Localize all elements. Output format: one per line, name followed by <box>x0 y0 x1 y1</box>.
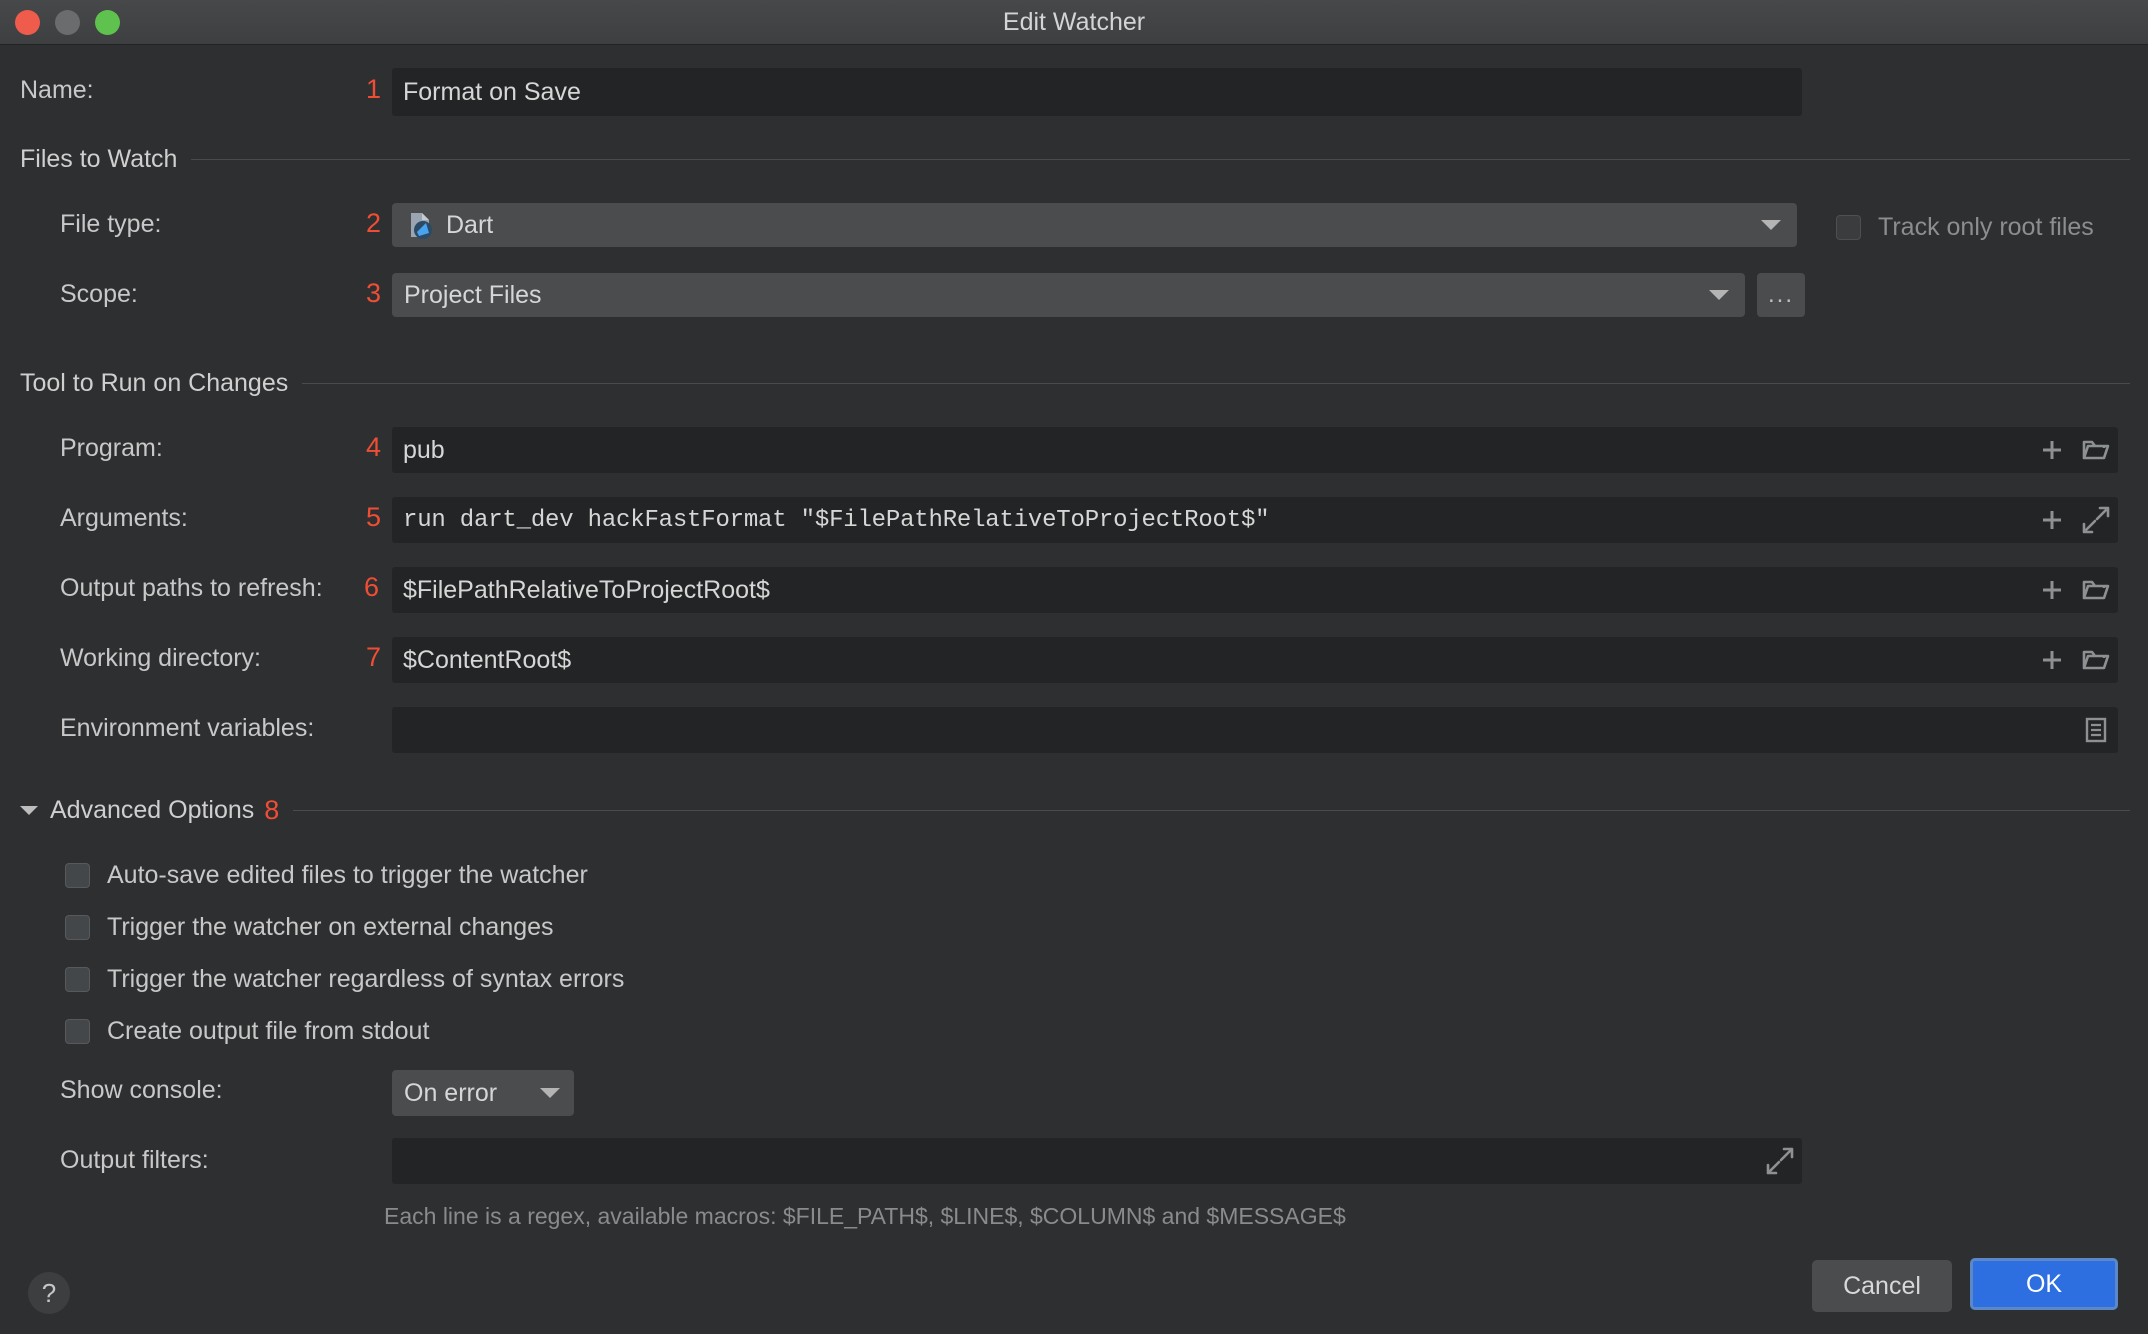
help-button[interactable]: ? <box>28 1272 70 1314</box>
ok-button[interactable]: OK <box>1970 1258 2118 1310</box>
scope-value: Project Files <box>392 281 1709 310</box>
environment-variables-label: Environment variables: <box>60 714 314 743</box>
working-directory-input[interactable]: $ContentRoot$ <box>392 637 2118 683</box>
file-type-value: Dart <box>446 211 493 240</box>
files-to-watch-section-title: Files to Watch <box>20 145 177 174</box>
program-input[interactable]: pub <box>392 427 2118 473</box>
external-changes-checkbox[interactable] <box>65 915 90 940</box>
window-title: Edit Watcher <box>0 0 2148 45</box>
auto-save-label: Auto-save edited files to trigger the wa… <box>107 861 588 890</box>
output-paths-input[interactable]: $FilePathRelativeToProjectRoot$ <box>392 567 2118 613</box>
marker-1: 1 <box>366 74 381 105</box>
scope-combo[interactable]: Project Files <box>392 273 1745 317</box>
marker-7: 7 <box>366 642 381 673</box>
tool-to-run-section-title: Tool to Run on Changes <box>20 369 288 398</box>
show-console-combo[interactable]: On error <box>392 1070 574 1116</box>
file-type-label: File type: <box>60 210 161 239</box>
expand-icon[interactable] <box>1758 1138 1802 1184</box>
window-titlebar: Edit Watcher <box>0 0 2148 45</box>
checkbox-row-stdout[interactable]: Create output file from stdout <box>65 1017 429 1046</box>
syntax-errors-checkbox[interactable] <box>65 967 90 992</box>
external-changes-label: Trigger the watcher on external changes <box>107 913 554 942</box>
show-console-label: Show console: <box>60 1076 223 1105</box>
program-label: Program: <box>60 434 163 463</box>
chevron-down-icon <box>1761 220 1781 230</box>
advanced-options-section-title: Advanced Options <box>50 796 254 825</box>
chevron-down-icon <box>1709 290 1729 300</box>
plus-icon[interactable] <box>2030 567 2074 613</box>
checkbox-row-external-changes[interactable]: Trigger the watcher on external changes <box>65 913 554 942</box>
output-filters-label: Output filters: <box>60 1146 209 1175</box>
marker-2: 2 <box>366 208 381 239</box>
plus-icon[interactable] <box>2030 497 2074 543</box>
name-label: Name: <box>20 76 94 105</box>
folder-icon[interactable] <box>2074 637 2118 683</box>
advanced-options-section-header[interactable]: Advanced Options 8 <box>20 795 2130 825</box>
output-paths-label: Output paths to refresh: <box>60 574 323 603</box>
chevron-down-icon <box>540 1088 560 1098</box>
arguments-input-value: run dart_dev hackFastFormat "$FilePathRe… <box>392 507 2030 534</box>
chevron-down-icon[interactable] <box>20 806 38 815</box>
files-to-watch-section-header: Files to Watch <box>20 144 2130 174</box>
track-only-root-files-checkbox[interactable] <box>1836 215 1861 240</box>
checkbox-row-syntax-errors[interactable]: Trigger the watcher regardless of syntax… <box>65 965 624 994</box>
working-directory-input-value: $ContentRoot$ <box>392 646 2030 675</box>
marker-8: 8 <box>264 795 279 826</box>
program-input-value: pub <box>392 436 2030 465</box>
edit-watcher-dialog: Edit Watcher Name: 1 Format on Save File… <box>0 0 2148 1334</box>
file-type-combo[interactable]: Dart <box>392 203 1797 247</box>
marker-3: 3 <box>366 278 381 309</box>
section-divider <box>302 383 2130 384</box>
scope-browse-button[interactable]: ... <box>1757 273 1805 317</box>
folder-icon[interactable] <box>2074 427 2118 473</box>
expand-icon[interactable] <box>2074 497 2118 543</box>
track-only-root-files-label: Track only root files <box>1878 213 2094 242</box>
name-input-value: Format on Save <box>392 78 1802 107</box>
syntax-errors-label: Trigger the watcher regardless of syntax… <box>107 965 624 994</box>
name-input[interactable]: Format on Save <box>392 68 1802 116</box>
dart-file-icon <box>404 209 436 241</box>
output-filters-input[interactable] <box>392 1138 1802 1184</box>
stdout-checkbox[interactable] <box>65 1019 90 1044</box>
marker-4: 4 <box>366 432 381 463</box>
scope-label: Scope: <box>60 280 138 309</box>
plus-icon[interactable] <box>2030 637 2074 683</box>
tool-to-run-section-header: Tool to Run on Changes <box>20 368 2130 398</box>
section-divider <box>293 810 2130 811</box>
working-directory-label: Working directory: <box>60 644 261 673</box>
auto-save-checkbox[interactable] <box>65 863 90 888</box>
plus-icon[interactable] <box>2030 427 2074 473</box>
output-paths-input-value: $FilePathRelativeToProjectRoot$ <box>392 576 2030 605</box>
marker-6: 6 <box>364 572 379 603</box>
arguments-label: Arguments: <box>60 504 188 533</box>
cancel-button[interactable]: Cancel <box>1812 1260 1952 1312</box>
arguments-input[interactable]: run dart_dev hackFastFormat "$FilePathRe… <box>392 497 2118 543</box>
marker-5: 5 <box>366 502 381 533</box>
list-icon[interactable] <box>2074 707 2118 753</box>
show-console-value: On error <box>392 1079 540 1108</box>
environment-variables-input[interactable] <box>392 707 2118 753</box>
checkbox-row-auto-save[interactable]: Auto-save edited files to trigger the wa… <box>65 861 588 890</box>
stdout-label: Create output file from stdout <box>107 1017 429 1046</box>
output-filters-hint: Each line is a regex, available macros: … <box>384 1203 1346 1230</box>
folder-icon[interactable] <box>2074 567 2118 613</box>
track-only-root-files-checkbox-row[interactable]: Track only root files <box>1836 213 2094 242</box>
section-divider <box>191 159 2130 160</box>
